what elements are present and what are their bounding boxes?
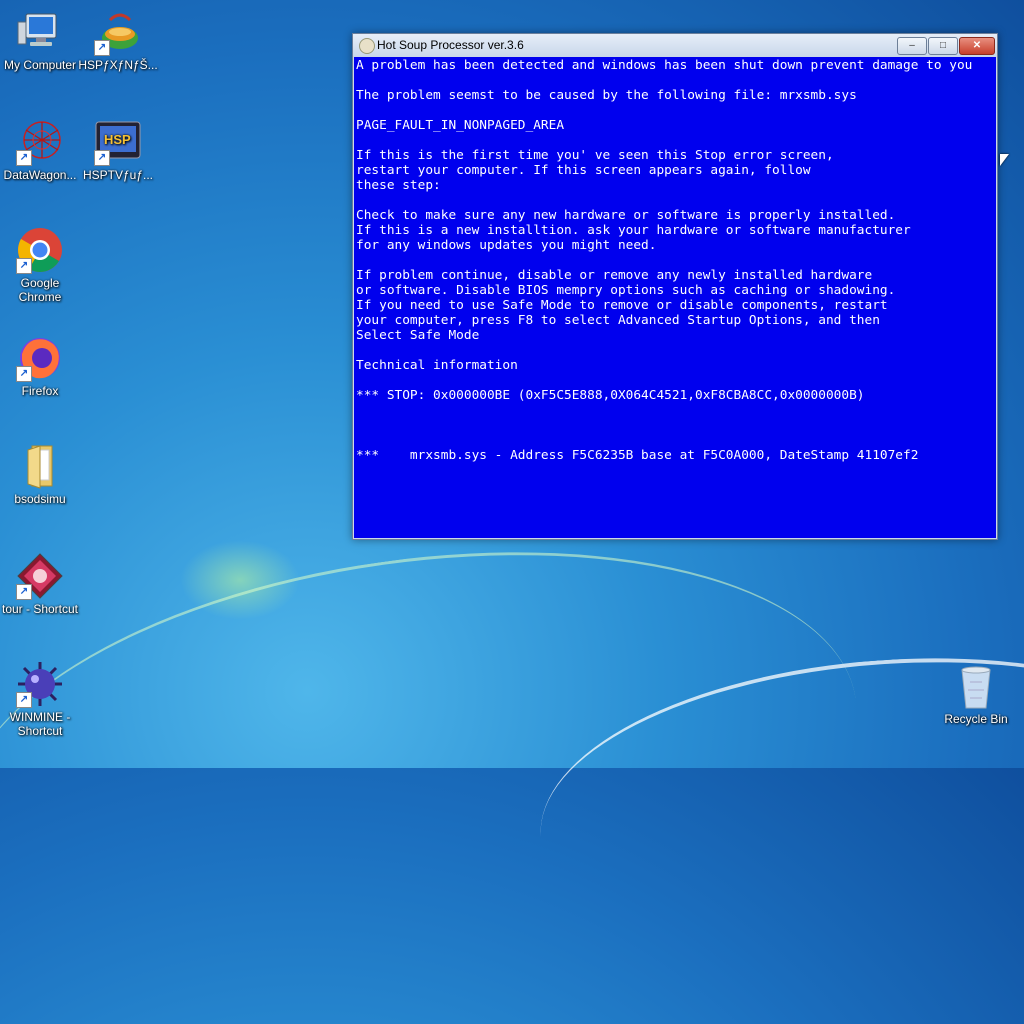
bsod-line: Technical information (356, 358, 518, 373)
bsod-line: *** mrxsmb.sys - Address F5C6235B base a… (356, 448, 919, 463)
shortcut-arrow-icon: ↗ (16, 366, 32, 382)
bsod-line: for any windows updates you might need. (356, 238, 657, 253)
desktop-icon-my-computer[interactable]: My Computer (0, 8, 80, 72)
desktop-icon-firefox[interactable]: ↗ Firefox (0, 334, 80, 398)
svg-text:HSP: HSP (104, 132, 131, 147)
firefox-icon: ↗ (16, 334, 64, 382)
hsptv-icon: HSP ↗ (94, 118, 142, 166)
shortcut-arrow-icon: ↗ (16, 150, 32, 166)
bsod-text: A problem has been detected and windows … (354, 57, 996, 463)
computer-icon (16, 8, 64, 56)
minesweeper-icon: ↗ (16, 660, 64, 708)
bsod-line: Check to make sure any new hardware or s… (356, 208, 896, 223)
bsod-line: The problem seemst to be caused by the f… (356, 88, 857, 103)
desktop-icon-tour[interactable]: ↗ tour - Shortcut (0, 552, 80, 616)
soup-app-icon (359, 38, 375, 54)
desktop-icon-datawagon[interactable]: ↗ DataWagon... (0, 118, 80, 182)
window-title: Hot Soup Processor ver.3.6 (377, 38, 524, 52)
desktop-icon-label: HSPƒXƒNƒŠ... (78, 58, 158, 72)
datawagon-icon: ↗ (16, 118, 64, 166)
bsod-line: PAGE_FAULT_IN_NONPAGED_AREA (356, 118, 565, 133)
desktop-icon-label: HSPTVƒuƒ... (82, 168, 154, 182)
desktop-icon-label: My Computer (3, 58, 77, 72)
hsp-window[interactable]: Hot Soup Processor ver.3.6 – □ ✕ A probl… (352, 33, 998, 540)
recycle-bin-icon (952, 662, 1000, 710)
bsod-line: Select Safe Mode (356, 328, 480, 343)
hsp-script-icon: ↗ (94, 8, 142, 56)
close-button[interactable]: ✕ (959, 37, 995, 55)
bsod-line: If you need to use Safe Mode to remove o… (356, 298, 888, 313)
desktop-icon-winmine[interactable]: ↗ WINMINE - Shortcut (0, 660, 80, 738)
desktop-icon-hsp-script[interactable]: ↗ HSPƒXƒNƒŠ... (78, 8, 158, 72)
mouse-cursor-icon (1000, 154, 1009, 166)
bsod-line: If problem continue, disable or remove a… (356, 268, 873, 283)
bsod-line: restart your computer. If this screen ap… (356, 163, 811, 178)
desktop-icon-recycle-bin[interactable]: Recycle Bin (936, 662, 1016, 726)
folder-icon (16, 442, 64, 490)
desktop-icon-chrome[interactable]: ↗ Google Chrome (0, 226, 80, 304)
bsod-line: If this is a new installtion. ask your h… (356, 223, 911, 238)
maximize-button[interactable]: □ (928, 37, 958, 55)
window-client-area: A problem has been detected and windows … (354, 57, 996, 538)
tour-icon: ↗ (16, 552, 64, 600)
window-titlebar[interactable]: Hot Soup Processor ver.3.6 – □ ✕ (353, 34, 997, 57)
bsod-line: your computer, press F8 to select Advanc… (356, 313, 880, 328)
shortcut-arrow-icon: ↗ (94, 40, 110, 56)
desktop-icon-label: Firefox (21, 384, 59, 398)
bsod-line: *** STOP: 0x000000BE (0xF5C5E888,0X064C4… (356, 388, 865, 403)
desktop-icon-bsodsimu[interactable]: bsodsimu (0, 442, 80, 506)
desktop-icon-label: DataWagon... (3, 168, 77, 182)
desktop-icon-hsptv[interactable]: HSP ↗ HSPTVƒuƒ... (78, 118, 158, 182)
minimize-button[interactable]: – (897, 37, 927, 55)
desktop-icon-label: Google Chrome (18, 276, 62, 304)
desktop-icon-label: Recycle Bin (944, 712, 1008, 726)
bsod-line: A problem has been detected and windows … (356, 58, 973, 73)
shortcut-arrow-icon: ↗ (16, 584, 32, 600)
shortcut-arrow-icon: ↗ (16, 692, 32, 708)
bsod-line: these step: (356, 178, 441, 193)
shortcut-arrow-icon: ↗ (94, 150, 110, 166)
shortcut-arrow-icon: ↗ (16, 258, 32, 274)
desktop-icon-label: tour - Shortcut (1, 602, 79, 616)
bsod-line: or software. Disable BIOS mempry options… (356, 283, 896, 298)
desktop-icon-label: bsodsimu (14, 492, 66, 506)
bsod-line: If this is the first time you' ve seen t… (356, 148, 834, 163)
chrome-icon: ↗ (16, 226, 64, 274)
desktop-icon-label: WINMINE - Shortcut (9, 710, 71, 738)
